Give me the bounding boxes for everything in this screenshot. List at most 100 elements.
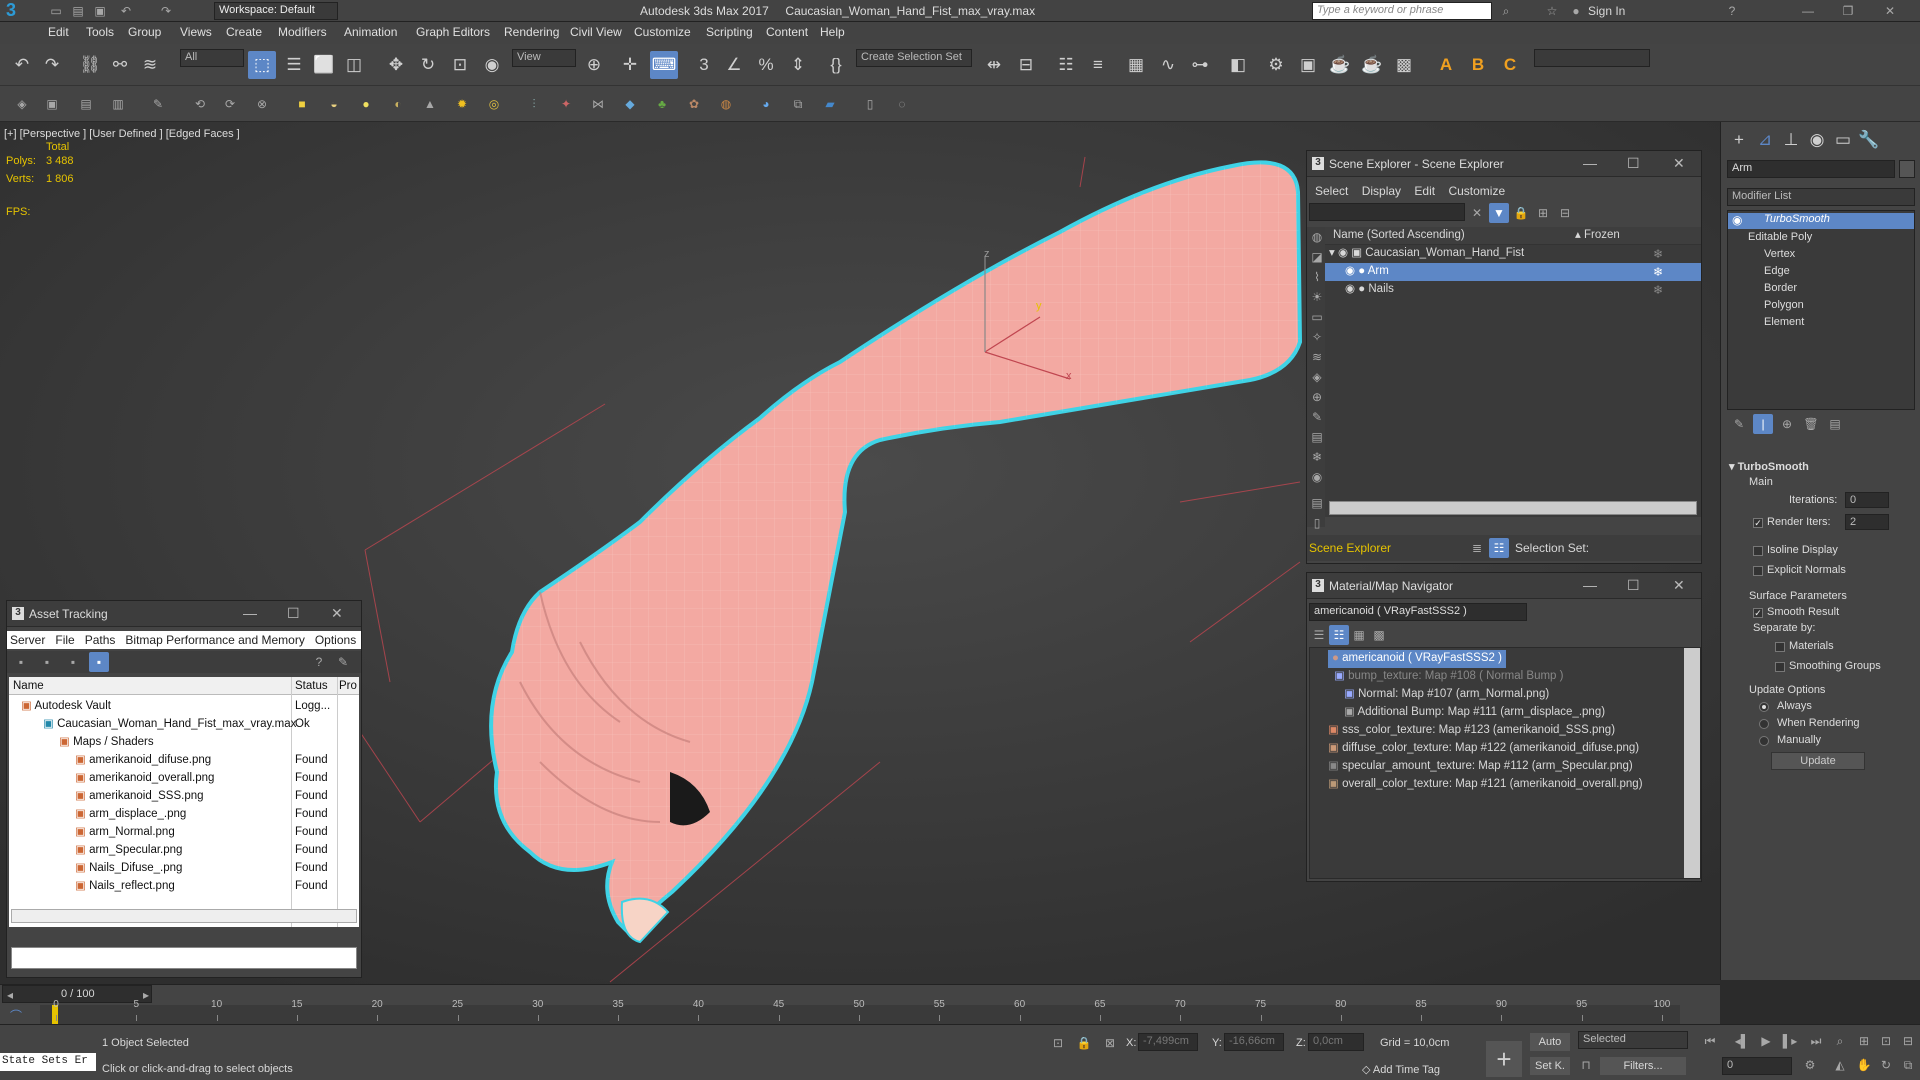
isolate-selection-icon[interactable]: ⊡ (1048, 1033, 1068, 1053)
selection-lock-icon[interactable]: 🔒 (1074, 1033, 1094, 1053)
vray-spot-icon[interactable]: ▲ (420, 94, 440, 114)
pin-stack-icon[interactable]: ✎ (1729, 414, 1749, 434)
toggle-scene-explorer-icon[interactable]: ☷ (1052, 51, 1080, 79)
binoculars-icon[interactable]: ⌕ (1496, 1, 1516, 21)
vray-vfb-icon[interactable]: ▰ (820, 94, 840, 114)
pivot-center-icon[interactable]: ⊕ (580, 51, 608, 79)
time-configuration-icon[interactable]: ⚙ (1800, 1055, 1820, 1075)
workspace-dropdown[interactable]: Workspace: Default (214, 2, 338, 20)
minimize-icon[interactable]: — (1583, 577, 1597, 593)
asset-row[interactable]: ▣ Nails_Difuse_.png (75, 859, 182, 877)
render-setup-icon[interactable]: ⚙ (1262, 51, 1290, 79)
asset-row[interactable]: ▣ arm_Normal.png (75, 823, 175, 841)
display-containers-icon[interactable]: ▤ (1307, 427, 1327, 447)
vray-decal-icon[interactable]: ◍ (716, 94, 736, 114)
modifier-list-dropdown[interactable]: Modifier List (1727, 188, 1915, 206)
vray-fur-icon[interactable]: ⫶ (524, 94, 544, 114)
render-iters-spinner[interactable]: 2 (1845, 514, 1889, 530)
add-time-tag[interactable]: ◇ Add Time Tag (1362, 1063, 1440, 1076)
menu-create[interactable]: Create (226, 25, 262, 39)
curve-editor-icon[interactable]: ∿ (1154, 51, 1182, 79)
filters-button[interactable]: Filters... (1600, 1057, 1686, 1075)
region-select-icon[interactable]: ⬜ (310, 51, 338, 79)
render-iterative-icon[interactable]: ☕ (1358, 51, 1386, 79)
display-xrefs-icon[interactable]: ⊕ (1307, 387, 1327, 407)
material-sss-map[interactable]: ▣ sss_color_texture: Map #123 (amerikano… (1328, 722, 1615, 740)
menu-content[interactable]: Content (766, 25, 808, 39)
hierarchy-icon[interactable]: ⊞ (1533, 203, 1553, 223)
display-tab-icon[interactable]: ▭ (1829, 126, 1857, 154)
sign-in-link[interactable]: Sign In (1588, 4, 1625, 18)
vray-tool-1-icon[interactable]: ◈ (12, 94, 32, 114)
display-helpers-icon[interactable]: ✧ (1307, 327, 1327, 347)
selection-filter-dropdown[interactable]: All (180, 49, 244, 67)
display-geometry-icon[interactable]: ◪ (1307, 247, 1327, 267)
help-icon[interactable]: ? (1722, 1, 1742, 21)
stack-item-border[interactable]: Border (1764, 282, 1797, 294)
toggle-layer-explorer-icon[interactable]: ≡ (1084, 51, 1112, 79)
asset-tracking-titlebar[interactable]: 3 Asset Tracking — ☐ ✕ (7, 601, 361, 627)
align-icon[interactable]: ⊟ (1012, 51, 1040, 79)
link-icon[interactable]: ⛓ (76, 51, 104, 79)
view-list-icons-icon[interactable]: ☷ (1329, 625, 1349, 645)
menu-paths[interactable]: Paths (85, 633, 116, 647)
stack-item-turbosmooth[interactable]: TurboSmooth (1728, 213, 1914, 229)
filter-icon[interactable]: ▼ (1489, 203, 1509, 223)
set-key-button[interactable]: Set K. (1530, 1057, 1570, 1075)
field-of-view-icon[interactable]: ◭ (1830, 1055, 1850, 1075)
horizontal-scrollbar[interactable] (1329, 501, 1697, 515)
display-spacewarps-icon[interactable]: ≋ (1307, 347, 1327, 367)
snaps-toggle-icon[interactable]: 3 (690, 51, 718, 79)
explicit-normals-checkbox[interactable] (1753, 566, 1763, 576)
toggle-ribbon-icon[interactable]: ▦ (1122, 51, 1150, 79)
minimize-icon[interactable]: — (1798, 1, 1818, 21)
current-frame-field[interactable]: 0 (1722, 1057, 1792, 1075)
column-header-status[interactable]: Status (295, 677, 328, 695)
frozen-snowflake-icon[interactable]: ❄ (1653, 247, 1663, 261)
search-input[interactable]: Type a keyword or phrase (1312, 2, 1492, 20)
minimize-icon[interactable]: — (243, 605, 257, 621)
scale-icon[interactable]: ⊡ (446, 51, 474, 79)
when-rendering-radio[interactable] (1759, 719, 1769, 729)
app-logo[interactable]: 3 (6, 0, 36, 22)
view-list-icon[interactable]: ☰ (1309, 625, 1329, 645)
view-list-icon[interactable]: ▪ (37, 652, 57, 672)
vray-sphere-icon[interactable]: ◆ (620, 94, 640, 114)
material-editor-icon[interactable]: ◧ (1224, 51, 1252, 79)
go-to-start-icon[interactable]: ⏮ (1700, 1031, 1720, 1051)
new-file-icon[interactable]: ▭ (46, 1, 66, 21)
rollout-turbosmooth[interactable]: ▾ TurboSmooth (1729, 460, 1809, 473)
window-crossing-icon[interactable]: ◫ (340, 51, 368, 79)
y-coordinate[interactable]: -16,66cm (1224, 1033, 1284, 1051)
maximize-icon[interactable]: ☐ (287, 605, 300, 622)
maxscript-listener[interactable]: State Sets Er (0, 1053, 96, 1071)
pan-icon[interactable]: ✋ (1854, 1055, 1874, 1075)
motion-tab-icon[interactable]: ◉ (1803, 126, 1831, 154)
vray-env-icon[interactable]: ◕ (756, 94, 776, 114)
zoom-extents-icon[interactable]: ⊡ (1876, 1031, 1896, 1051)
close-icon[interactable]: ✕ (1673, 155, 1685, 172)
display-bones-icon[interactable]: ✎ (1307, 407, 1327, 427)
zoom-extents-all-icon[interactable]: ⊟ (1898, 1031, 1918, 1051)
vray-proxy-icon[interactable]: ✦ (556, 94, 576, 114)
vray-tool-9-icon[interactable]: ▯ (860, 94, 880, 114)
zoom-icon[interactable]: ⌕ (1830, 1031, 1850, 1051)
vray-tool-5-icon[interactable]: ✎ (148, 94, 168, 114)
reference-coordinate-dropdown[interactable]: View (512, 49, 576, 67)
close-icon[interactable]: ✕ (331, 605, 343, 622)
text-a-icon[interactable]: A (1432, 51, 1460, 79)
named-selection-dropdown[interactable]: Create Selection Set (856, 49, 972, 67)
view-grid-icon[interactable]: ▪ (89, 652, 109, 672)
clear-search-icon[interactable]: ✕ (1467, 203, 1487, 223)
redo-icon[interactable]: ↷ (156, 1, 176, 21)
select-object-icon[interactable]: ⬚ (248, 51, 276, 79)
time-slider[interactable]: ◂ 0 / 100 ▸ (2, 985, 152, 1003)
column-header-name[interactable]: Name (Sorted Ascending) (1325, 227, 1701, 245)
scene-explorer-titlebar[interactable]: 3 Scene Explorer - Scene Explorer — ☐ ✕ (1307, 151, 1701, 177)
menu-select[interactable]: Select (1315, 184, 1348, 198)
horizontal-scrollbar[interactable] (11, 909, 357, 923)
material-navigator-titlebar[interactable]: 3 Material/Map Navigator — ☐ ✕ (1307, 573, 1701, 599)
asset-row[interactable]: ▣ Maps / Shaders (59, 733, 154, 751)
text-c-icon[interactable]: C (1496, 51, 1524, 79)
x-coordinate[interactable]: -7,499cm (1138, 1033, 1198, 1051)
